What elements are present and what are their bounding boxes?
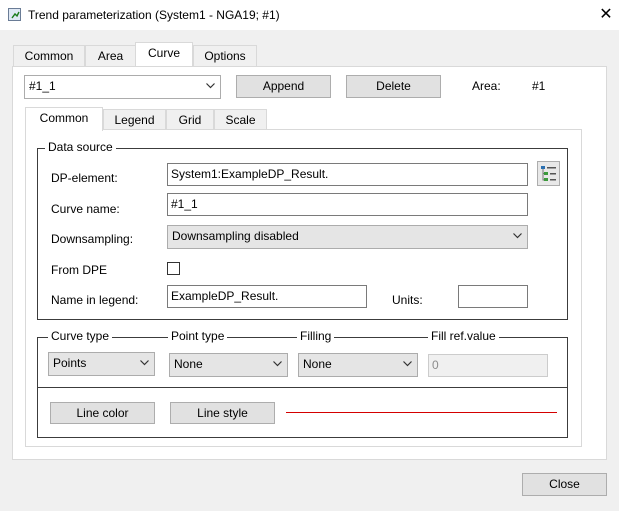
data-source-legend: Data source [45, 140, 116, 154]
dp-element-input[interactable]: System1:ExampleDP_Result. [167, 163, 528, 186]
window-title: Trend parameterization (System1 - NGA19;… [28, 8, 280, 22]
chevron-down-icon [403, 361, 412, 367]
tab-options[interactable]: Options [193, 45, 257, 67]
delete-button[interactable]: Delete [346, 75, 441, 98]
curve-settings-divider [38, 387, 567, 388]
dp-selector-button[interactable] [537, 161, 560, 186]
tab-area[interactable]: Area [85, 45, 136, 67]
point-type-value: None [174, 357, 203, 371]
from-dpe-label: From DPE [51, 263, 108, 277]
area-value: #1 [532, 79, 546, 93]
line-preview [286, 412, 557, 413]
filling-value: None [303, 357, 332, 371]
name-in-legend-label: Name in legend: [51, 293, 139, 307]
point-type-select[interactable]: None [169, 353, 288, 377]
dp-element-label: DP-element: [51, 171, 118, 185]
filling-label: Filling [297, 329, 335, 343]
curve-type-value: Points [53, 356, 87, 370]
curve-select[interactable]: #1_1 [24, 75, 221, 99]
curve-type-label: Curve type [48, 329, 113, 343]
curve-select-value: #1_1 [29, 79, 56, 93]
chevron-down-icon [140, 360, 149, 366]
subtab-grid[interactable]: Grid [166, 109, 214, 130]
downsampling-label: Downsampling: [51, 232, 134, 246]
tab-curve[interactable]: Curve [135, 42, 193, 66]
curve-name-input[interactable]: #1_1 [167, 193, 528, 216]
curve-type-select[interactable]: Points [48, 352, 155, 376]
name-in-legend-input[interactable]: ExampleDP_Result. [167, 285, 367, 308]
area-label: Area: [472, 79, 501, 93]
downsampling-select[interactable]: Downsampling disabled [167, 225, 528, 249]
fill-ref-value-input[interactable]: 0 [428, 354, 548, 377]
subtab-scale[interactable]: Scale [214, 109, 267, 130]
chevron-down-icon [206, 83, 215, 89]
downsampling-value: Downsampling disabled [172, 229, 299, 243]
tree-list-icon [541, 166, 556, 181]
point-type-label: Point type [168, 329, 228, 343]
from-dpe-checkbox[interactable] [167, 262, 180, 275]
subtab-common[interactable]: Common [25, 107, 103, 131]
close-button[interactable]: Close [522, 473, 607, 496]
fill-ref-value-label: Fill ref.value [428, 329, 499, 343]
filling-select[interactable]: None [298, 353, 418, 377]
curve-name-label: Curve name: [51, 202, 120, 216]
close-window-icon[interactable]: ✕ [596, 5, 616, 25]
subtab-legend[interactable]: Legend [103, 109, 166, 130]
app-window-icon [8, 8, 21, 21]
units-input[interactable] [458, 285, 528, 308]
chevron-down-icon [513, 233, 522, 239]
units-label: Units: [392, 293, 423, 307]
append-button[interactable]: Append [236, 75, 331, 98]
line-style-button[interactable]: Line style [170, 402, 275, 424]
chevron-down-icon [273, 361, 282, 367]
line-color-button[interactable]: Line color [50, 402, 155, 424]
tab-common[interactable]: Common [13, 45, 85, 67]
